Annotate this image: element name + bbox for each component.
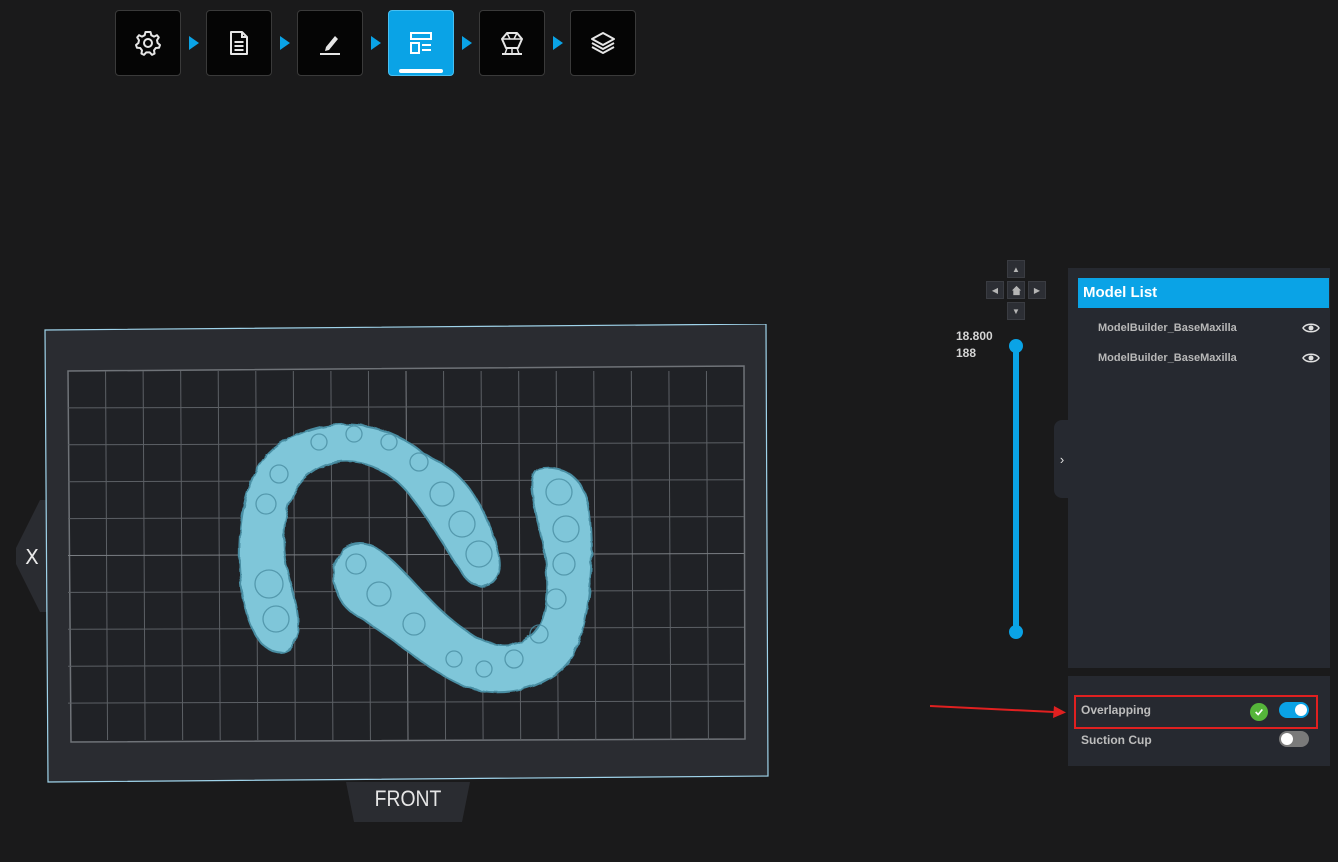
step-arrow xyxy=(553,36,563,50)
nav-left-button[interactable]: ◀ xyxy=(986,281,1004,299)
overlapping-toggle[interactable] xyxy=(1279,702,1309,718)
model-list-title: Model List xyxy=(1078,278,1329,308)
home-icon xyxy=(1011,285,1021,295)
nav-home-button[interactable] xyxy=(1007,281,1025,299)
step-edit-button[interactable] xyxy=(297,10,363,76)
step-arrow xyxy=(280,36,290,50)
build-plate-viewport[interactable] xyxy=(44,324,769,784)
slider-value-top: 18.800 xyxy=(956,329,993,343)
layer-slider-track[interactable] xyxy=(1013,346,1019,632)
eye-icon[interactable] xyxy=(1302,322,1320,334)
slider-values: 18.800 188 xyxy=(956,328,993,362)
layer-slider-bottom-handle[interactable] xyxy=(1009,625,1023,639)
x-axis-label: X xyxy=(25,545,39,569)
annotation-arrow xyxy=(930,705,1066,718)
layout-options-panel: Overlapping Suction Cup xyxy=(1068,676,1330,766)
step-settings-button[interactable] xyxy=(115,10,181,76)
step-arrow xyxy=(189,36,199,50)
model-name: ModelBuilder_BaseMaxilla xyxy=(1098,322,1237,334)
nav-down-button[interactable]: ▼ xyxy=(1007,302,1025,320)
step-arrow xyxy=(462,36,472,50)
pen-icon xyxy=(320,36,340,55)
layers-icon xyxy=(591,32,615,54)
check-status-icon xyxy=(1250,703,1268,721)
nav-up-button[interactable]: ▲ xyxy=(1007,260,1025,278)
dental-model[interactable] xyxy=(44,324,769,784)
layout-icon xyxy=(410,32,432,54)
model-list-panel: Model List ModelBuilder_BaseMaxilla Mode… xyxy=(1068,268,1330,668)
step-slice-button[interactable] xyxy=(570,10,636,76)
step-document-button[interactable] xyxy=(206,10,272,76)
support-structure-icon xyxy=(501,32,523,55)
gear-icon xyxy=(135,31,161,56)
front-view-label: FRONT xyxy=(374,786,442,811)
model-name: ModelBuilder_BaseMaxilla xyxy=(1098,352,1237,364)
suction-cup-label: Suction Cup xyxy=(1081,733,1152,747)
step-arrow xyxy=(371,36,381,50)
nav-right-button[interactable]: ▶ xyxy=(1028,281,1046,299)
step-layout-button[interactable] xyxy=(388,10,454,76)
view-navigation-pad: ▲ ◀ ▶ ▼ xyxy=(984,260,1048,322)
layer-slider-top-handle[interactable] xyxy=(1009,339,1023,353)
slider-value-bottom: 188 xyxy=(956,346,977,360)
model-list-item[interactable]: ModelBuilder_BaseMaxilla xyxy=(1098,318,1320,338)
chevron-right-icon: › xyxy=(1059,451,1065,467)
model-list-item[interactable]: ModelBuilder_BaseMaxilla xyxy=(1098,348,1320,368)
suction-cup-toggle[interactable] xyxy=(1279,731,1309,747)
step-support-button[interactable] xyxy=(479,10,545,76)
overlapping-label: Overlapping xyxy=(1081,703,1152,717)
document-icon xyxy=(230,31,248,55)
eye-icon[interactable] xyxy=(1302,352,1320,364)
